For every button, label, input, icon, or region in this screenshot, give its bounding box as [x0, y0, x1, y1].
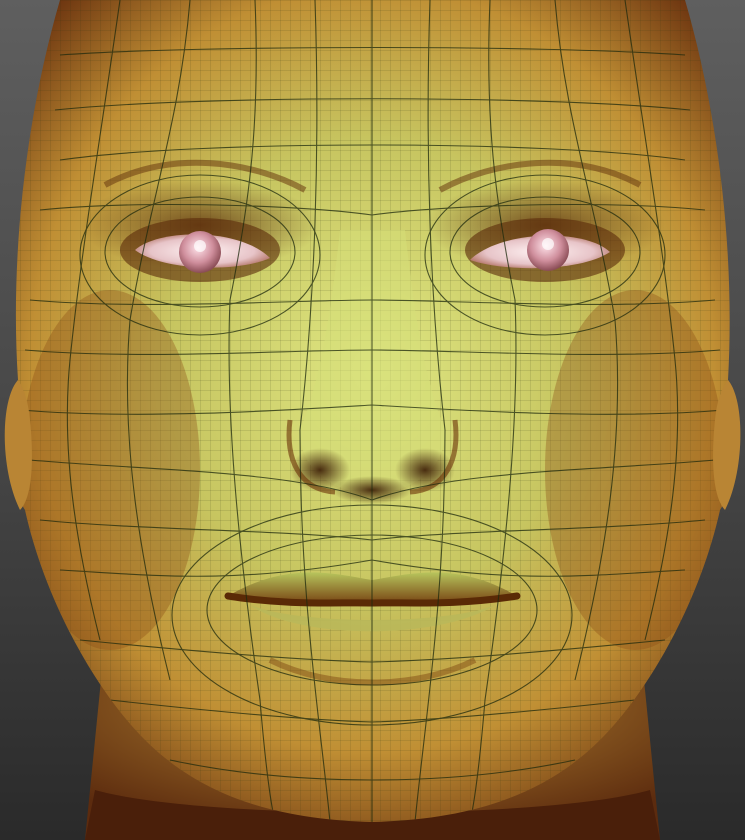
- head-render: [4, 0, 741, 840]
- sculpt-viewport[interactable]: [0, 0, 745, 840]
